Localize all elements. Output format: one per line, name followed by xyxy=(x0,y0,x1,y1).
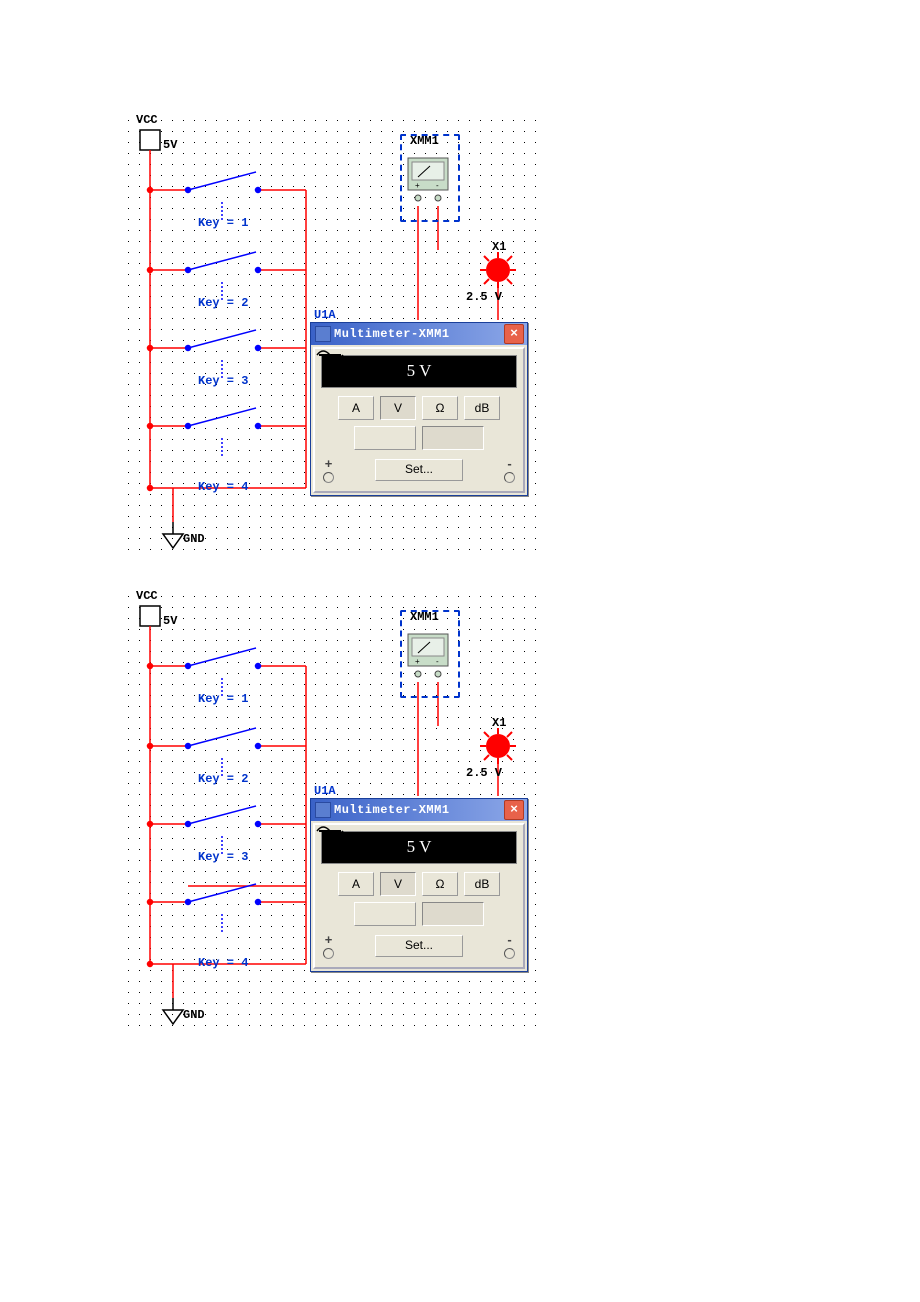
gnd-label: GND xyxy=(183,1008,205,1022)
probe-x1-icon xyxy=(480,728,516,764)
vcc-label: VCC xyxy=(136,589,158,603)
close-button[interactable]: × xyxy=(504,324,524,344)
ac-button[interactable] xyxy=(354,426,416,450)
circuit-block-1: + - VCC 5V GND xyxy=(118,110,538,550)
multimeter-window[interactable]: Multimeter-XMM1 × 5 V A V Ω dB xyxy=(310,798,528,972)
multimeter-title: Multimeter-XMM1 xyxy=(334,327,504,341)
key4-label: Key = 4 xyxy=(198,480,248,494)
canvas: + - VCC 5V GND xyxy=(0,0,920,1302)
close-button[interactable]: × xyxy=(504,800,524,820)
mode-row: A V Ω dB xyxy=(321,872,517,896)
minus-jack xyxy=(504,472,515,483)
probe-value: 2.5 V xyxy=(466,766,502,780)
settings-button[interactable]: Set... xyxy=(375,935,463,957)
minus-label: - xyxy=(504,932,515,947)
vcc-label: VCC xyxy=(136,113,158,127)
multimeter-title: Multimeter-XMM1 xyxy=(334,803,504,817)
xmm-label: XMM1 xyxy=(410,134,439,148)
dc-button[interactable] xyxy=(422,902,484,926)
dc-button[interactable] xyxy=(422,426,484,450)
minus-label: - xyxy=(504,456,515,471)
signal-row xyxy=(321,902,517,926)
key2-label: Key = 2 xyxy=(198,772,248,786)
key1-label: Key = 1 xyxy=(198,216,248,230)
probe-x1-icon xyxy=(480,252,516,288)
mode-ohm-button[interactable]: Ω xyxy=(422,872,458,896)
gate-label: U1A xyxy=(314,784,336,798)
mode-row: A V Ω dB xyxy=(321,396,517,420)
multimeter-reading: 5 V xyxy=(321,831,517,864)
mode-db-button[interactable]: dB xyxy=(464,872,500,896)
vcc-value: 5V xyxy=(163,614,177,628)
probe-label: X1 xyxy=(492,240,506,254)
multimeter-titlebar[interactable]: Multimeter-XMM1 × xyxy=(311,323,527,345)
plus-label: + xyxy=(323,456,334,471)
multimeter-reading: 5 V xyxy=(321,355,517,388)
mode-amp-button[interactable]: A xyxy=(338,872,374,896)
ac-button[interactable] xyxy=(354,902,416,926)
plus-jack xyxy=(323,472,334,483)
mode-amp-button[interactable]: A xyxy=(338,396,374,420)
mode-volt-button[interactable]: V xyxy=(380,872,416,896)
plus-label: + xyxy=(323,932,334,947)
signal-row xyxy=(321,426,517,450)
dc-line-icon xyxy=(315,349,345,361)
key3-label: Key = 3 xyxy=(198,850,248,864)
key4-label: Key = 4 xyxy=(198,956,248,970)
vcc-value: 5V xyxy=(163,138,177,152)
gnd-label: GND xyxy=(183,532,205,546)
mode-ohm-button[interactable]: Ω xyxy=(422,396,458,420)
minus-jack xyxy=(504,948,515,959)
circuit-block-2: + - VCC 5V GND Key = 1 xyxy=(118,586,538,1026)
gate-label: U1A xyxy=(314,308,336,322)
key1-label: Key = 1 xyxy=(198,692,248,706)
multimeter-window[interactable]: Multimeter-XMM1 × 5 V A V Ω dB xyxy=(310,322,528,496)
key2-label: Key = 2 xyxy=(198,296,248,310)
app-icon xyxy=(315,802,331,818)
settings-button[interactable]: Set... xyxy=(375,459,463,481)
mode-db-button[interactable]: dB xyxy=(464,396,500,420)
multimeter-body: 5 V A V Ω dB + xyxy=(313,823,525,969)
xmm-label: XMM1 xyxy=(410,610,439,624)
key3-label: Key = 3 xyxy=(198,374,248,388)
mode-volt-button[interactable]: V xyxy=(380,396,416,420)
plus-jack xyxy=(323,948,334,959)
set-row: + Set... - xyxy=(321,456,517,483)
set-row: + Set... - xyxy=(321,932,517,959)
app-icon xyxy=(315,326,331,342)
probe-label: X1 xyxy=(492,716,506,730)
multimeter-body: 5 V A V Ω dB + xyxy=(313,347,525,493)
dc-line-icon xyxy=(315,825,345,837)
probe-value: 2.5 V xyxy=(466,290,502,304)
multimeter-titlebar[interactable]: Multimeter-XMM1 × xyxy=(311,799,527,821)
